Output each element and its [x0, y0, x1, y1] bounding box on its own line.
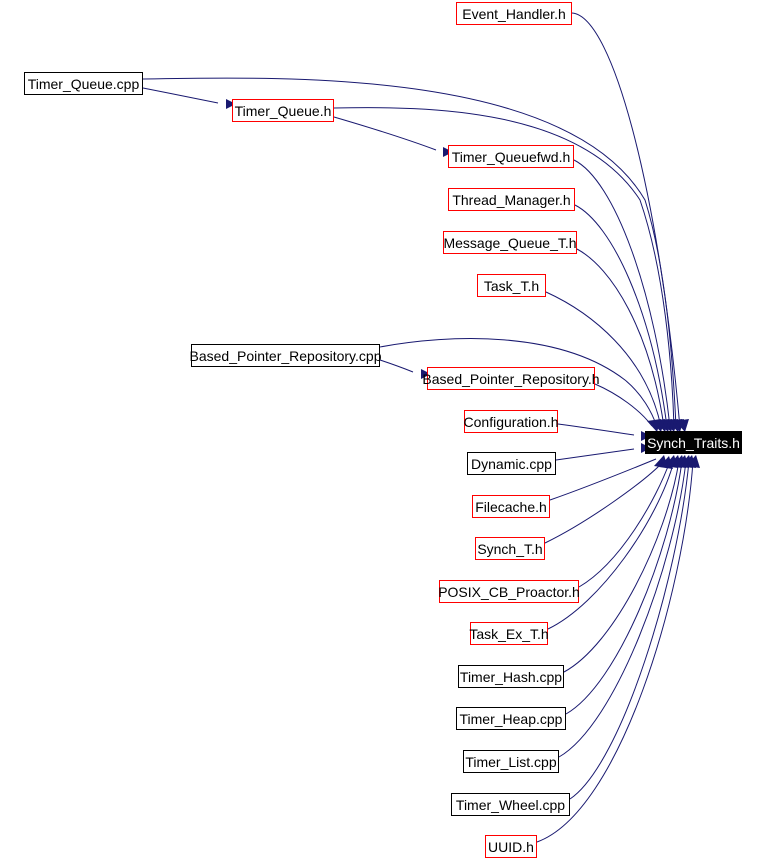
graph-node-uuid-h[interactable]: UUID.h	[485, 835, 537, 858]
edge	[544, 461, 664, 544]
graph-node-label: Event_Handler.h	[462, 5, 566, 22]
edge	[549, 458, 657, 501]
edge	[571, 12, 681, 429]
graph-node-label: UUID.h	[488, 838, 534, 855]
graph-node-label: Dynamic.cpp	[471, 455, 552, 472]
graph-node-based-pointer-repository-h[interactable]: Based_Pointer_Repository.h	[422, 367, 600, 390]
edge	[565, 460, 683, 715]
graph-node-timer-hash-cpp[interactable]: Timer_Hash.cpp	[458, 665, 564, 688]
graph-node-timer-wheel-cpp[interactable]: Timer_Wheel.cpp	[451, 793, 570, 816]
graph-node-label: Timer_Wheel.cpp	[455, 796, 566, 813]
edge	[563, 460, 680, 673]
graph-node-timer-queue-h[interactable]: Timer_Queue.h	[232, 99, 334, 122]
edge	[536, 460, 694, 843]
graph-node-label: Timer_List.cpp	[465, 753, 557, 770]
graph-node-label: Timer_Heap.cpp	[459, 710, 563, 727]
graph-node-timer-queue-cpp[interactable]: Timer_Queue.cpp	[24, 72, 143, 95]
edge	[547, 460, 675, 630]
graph-node-timer-queuefwd-h[interactable]: Timer_Queuefwd.h	[448, 145, 574, 168]
graph-node-label: POSIX_CB_Proactor.h	[438, 583, 580, 600]
graph-node-event-handler-h[interactable]: Event_Handler.h	[456, 2, 572, 25]
graph-node-label: Filecache.h	[475, 498, 547, 515]
edge	[557, 423, 635, 436]
graph-node-configuration-h[interactable]: Configuration.h	[464, 410, 558, 433]
graph-node-posix-cb-proactor-h[interactable]: POSIX_CB_Proactor.h	[438, 580, 580, 603]
graph-node-label: Configuration.h	[463, 413, 559, 430]
graph-node-label: Thread_Manager.h	[452, 191, 571, 208]
graph-node-synch-traits-h: Synch_Traits.h	[645, 431, 742, 454]
graph-node-synch-t-h[interactable]: Synch_T.h	[475, 537, 545, 560]
graph-node-label: Task_Ex_T.h	[469, 625, 549, 642]
graph-node-task-t-h[interactable]: Task_T.h	[477, 274, 546, 297]
graph-node-label: Timer_Hash.cpp	[459, 668, 563, 685]
graph-node-thread-manager-h[interactable]: Thread_Manager.h	[448, 188, 575, 211]
edge	[576, 248, 665, 428]
edge	[555, 448, 635, 461]
graph-node-label: Synch_Traits.h	[647, 434, 740, 451]
graph-node-filecache-h[interactable]: Filecache.h	[472, 495, 550, 518]
edge	[545, 291, 662, 428]
edge	[594, 383, 653, 427]
graph-node-label: Synch_T.h	[477, 540, 543, 557]
graph-node-timer-list-cpp[interactable]: Timer_List.cpp	[463, 750, 559, 773]
graph-node-label: Task_T.h	[483, 277, 540, 294]
graph-node-label: Timer_Queue.h	[234, 102, 332, 119]
edge-layer	[142, 12, 700, 843]
edge	[578, 460, 671, 588]
graph-node-dynamic-cpp[interactable]: Dynamic.cpp	[467, 452, 556, 475]
edge	[333, 116, 437, 151]
graph-node-task-ex-t-h[interactable]: Task_Ex_T.h	[469, 622, 549, 645]
graph-node-label: Timer_Queue.cpp	[27, 75, 140, 92]
graph-node-based-pointer-repository-cpp[interactable]: Based_Pointer_Repository.cpp	[189, 344, 382, 367]
graph-node-label: Timer_Queuefwd.h	[451, 148, 571, 165]
graph-node-label: Based_Pointer_Repository.h	[422, 370, 600, 387]
graph-node-message-queue-t-h[interactable]: Message_Queue_T.h	[443, 231, 577, 254]
include-dependency-graph: Event_Handler.h Timer_Queue.cpp Timer_Queu…	[0, 0, 766, 859]
graph-node-timer-heap-cpp[interactable]: Timer_Heap.cpp	[456, 707, 566, 730]
graph-node-label: Based_Pointer_Repository.cpp	[189, 347, 382, 364]
graph-node-label: Message_Queue_T.h	[443, 234, 577, 251]
edge	[379, 359, 414, 373]
edge	[574, 204, 668, 428]
edge	[142, 87, 219, 104]
